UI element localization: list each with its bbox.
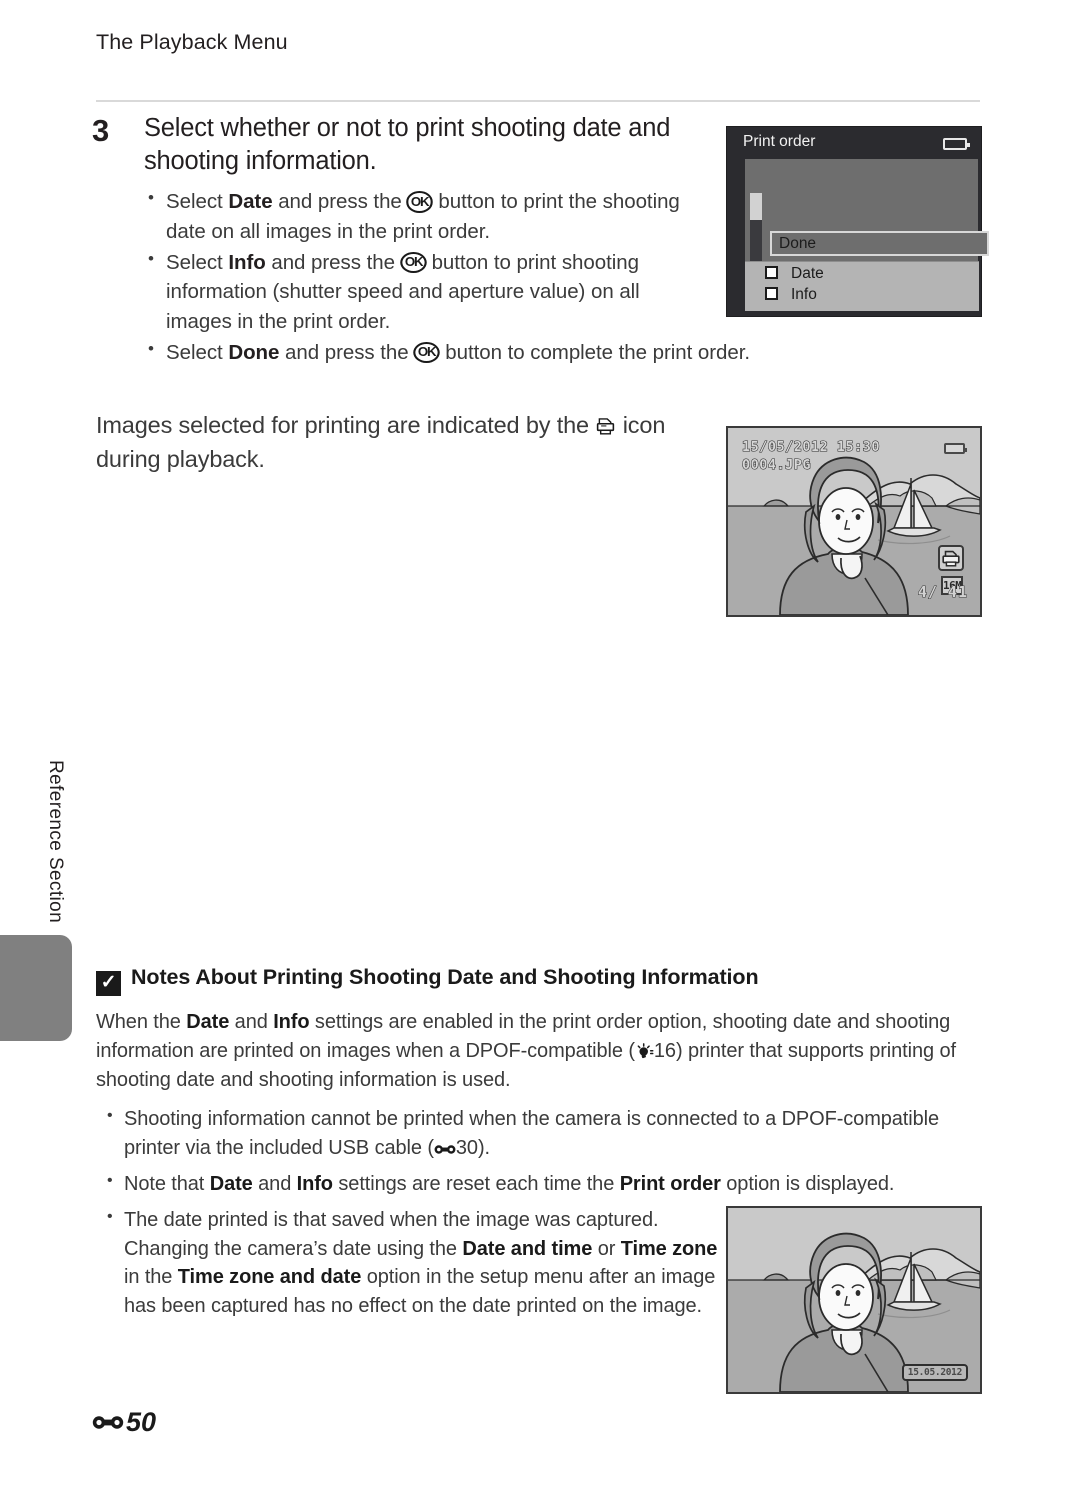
print-order-icon xyxy=(938,545,964,571)
printer-icon xyxy=(595,411,616,435)
section-tab-marker xyxy=(0,935,72,1041)
notes-paragraph: When the Date and Info settings are enab… xyxy=(96,1011,956,1091)
date-stamp-photo-screen: 15.05.2012 xyxy=(726,1206,982,1394)
notes-bullet: The date printed is that saved when the … xyxy=(102,1205,732,1321)
emphasis-text: Time zone and date xyxy=(177,1266,362,1289)
emphasis-text: Done xyxy=(228,340,280,364)
print-order-menu-screen: Print order Done Date Info xyxy=(726,126,989,317)
emphasis-text: Info xyxy=(273,1011,310,1033)
emphasis-text: Info xyxy=(228,250,266,274)
emphasis-text: Date xyxy=(209,1172,253,1195)
notes-heading-text: Notes About Printing Shooting Date and S… xyxy=(131,965,759,989)
menu-title: Print order xyxy=(743,133,816,150)
page-number: 50 xyxy=(126,1407,157,1437)
tip-reference-icon xyxy=(635,1041,654,1060)
checkbox-icon[interactable] xyxy=(765,266,778,279)
reference-section-icon xyxy=(92,1408,124,1429)
running-head: The Playback Menu xyxy=(96,30,288,54)
page-footer: 50 xyxy=(92,1407,156,1438)
step-bullet-list: Select Date and press the OK button to p… xyxy=(144,186,750,367)
photo-date-overlay: 15/05/2012 15:30 xyxy=(741,438,881,455)
frame-counter: 4/ 41 xyxy=(917,582,968,601)
emphasis-text: Print order xyxy=(619,1172,721,1195)
emphasis-text: Date and time xyxy=(462,1237,593,1260)
playback-photo-screen: 15/05/2012 15:30 0004.JPG 16M 4/ 41 xyxy=(726,426,982,617)
step-block: 3 Select whether or not to print shootin… xyxy=(92,112,750,369)
done-menu-item[interactable]: Done xyxy=(770,231,989,256)
playback-indicator-paragraph: Images selected for printing are indicat… xyxy=(96,408,696,476)
checkbox-label: Info xyxy=(791,286,817,303)
reference-section-icon xyxy=(434,1136,456,1154)
header-divider xyxy=(96,100,980,102)
notes-bullet: Shooting information cannot be printed w… xyxy=(102,1104,980,1163)
notes-bullet: Note that Date and Info settings are res… xyxy=(102,1169,980,1199)
checkbox-row-info[interactable]: Info xyxy=(765,286,817,304)
step-bullet: Select Info and press the OK button to p… xyxy=(144,247,692,336)
caution-checkmark-icon: ✓ xyxy=(96,971,121,996)
emphasis-text: Time zone xyxy=(620,1237,718,1260)
ok-button-icon: OK xyxy=(406,191,434,213)
battery-icon xyxy=(944,443,967,454)
step-number: 3 xyxy=(92,113,110,148)
section-tab-label: Reference Section xyxy=(45,760,66,924)
checkbox-row-date[interactable]: Date xyxy=(765,265,824,283)
step-bullet: Select Done and press the OK button to c… xyxy=(144,337,866,367)
photo-filename-overlay: 0004.JPG xyxy=(741,456,812,473)
notes-heading: ✓ Notes About Printing Shooting Date and … xyxy=(96,965,980,996)
step-bullet: Select Date and press the OK button to p… xyxy=(144,186,692,246)
imprinted-date-stamp: 15.05.2012 xyxy=(901,1364,968,1381)
menu-titlebar: Print order xyxy=(727,127,981,159)
ok-button-icon: OK xyxy=(413,341,441,364)
emphasis-text: Date xyxy=(228,190,273,214)
ok-button-icon: OK xyxy=(399,251,427,274)
checkbox-label: Date xyxy=(791,265,824,282)
emphasis-text: Date xyxy=(186,1011,230,1033)
paragraph-text-before: Images selected for printing are indicat… xyxy=(96,412,596,438)
checkbox-icon[interactable] xyxy=(765,287,778,300)
scrollbar-thumb[interactable] xyxy=(750,193,762,220)
emphasis-text: Info xyxy=(296,1172,333,1195)
checkbox-panel: Date Info xyxy=(745,261,979,311)
done-label: Done xyxy=(779,235,817,252)
step-title: Select whether or not to print shooting … xyxy=(144,114,671,176)
battery-icon xyxy=(943,138,970,150)
